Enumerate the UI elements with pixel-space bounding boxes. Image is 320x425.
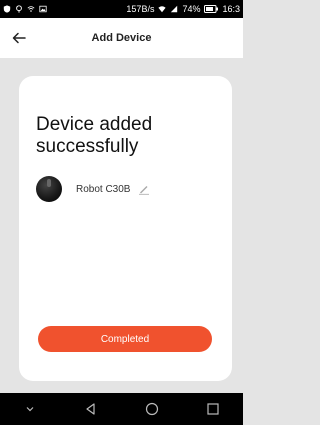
status-bar: 157B/s 74% 16:3	[0, 0, 243, 18]
image-icon	[39, 5, 47, 13]
success-headline: Device added successfully	[36, 114, 153, 157]
network-speed: 157B/s	[126, 4, 155, 14]
status-icons-right: 157B/s 74% 16:3	[126, 4, 240, 14]
pencil-icon	[139, 186, 150, 195]
triangle-back-icon	[86, 403, 95, 415]
square-recent-icon	[207, 403, 219, 415]
battery-icon	[204, 5, 219, 13]
chevron-down-icon	[26, 407, 34, 412]
location-icon	[16, 5, 22, 13]
robot-vacuum-image	[36, 176, 62, 202]
page-title: Add Device	[91, 32, 152, 44]
arrow-left-icon	[12, 32, 26, 44]
battery-percent: 74%	[182, 4, 201, 14]
wifi-small-icon	[27, 6, 35, 12]
device-row: Robot C30B	[36, 176, 151, 202]
nav-hide-button[interactable]	[19, 398, 41, 420]
signal-icon	[171, 5, 178, 13]
back-button[interactable]	[8, 27, 30, 49]
edit-name-button[interactable]	[137, 182, 151, 196]
nav-recent-button[interactable]	[202, 398, 224, 420]
shield-icon	[3, 5, 11, 13]
device-name: Robot C30B	[76, 183, 131, 195]
result-card: Device added successfully Robot C30B Com…	[19, 76, 232, 381]
completed-button[interactable]: Completed	[38, 326, 212, 352]
status-icons-left	[3, 5, 47, 13]
nav-home-button[interactable]	[141, 398, 163, 420]
nav-back-button[interactable]	[80, 398, 102, 420]
system-nav-bar	[0, 393, 243, 425]
clock: 16:3	[222, 4, 240, 14]
circle-home-icon	[145, 402, 158, 416]
wifi-icon	[158, 6, 167, 13]
app-bar: Add Device	[0, 18, 243, 58]
